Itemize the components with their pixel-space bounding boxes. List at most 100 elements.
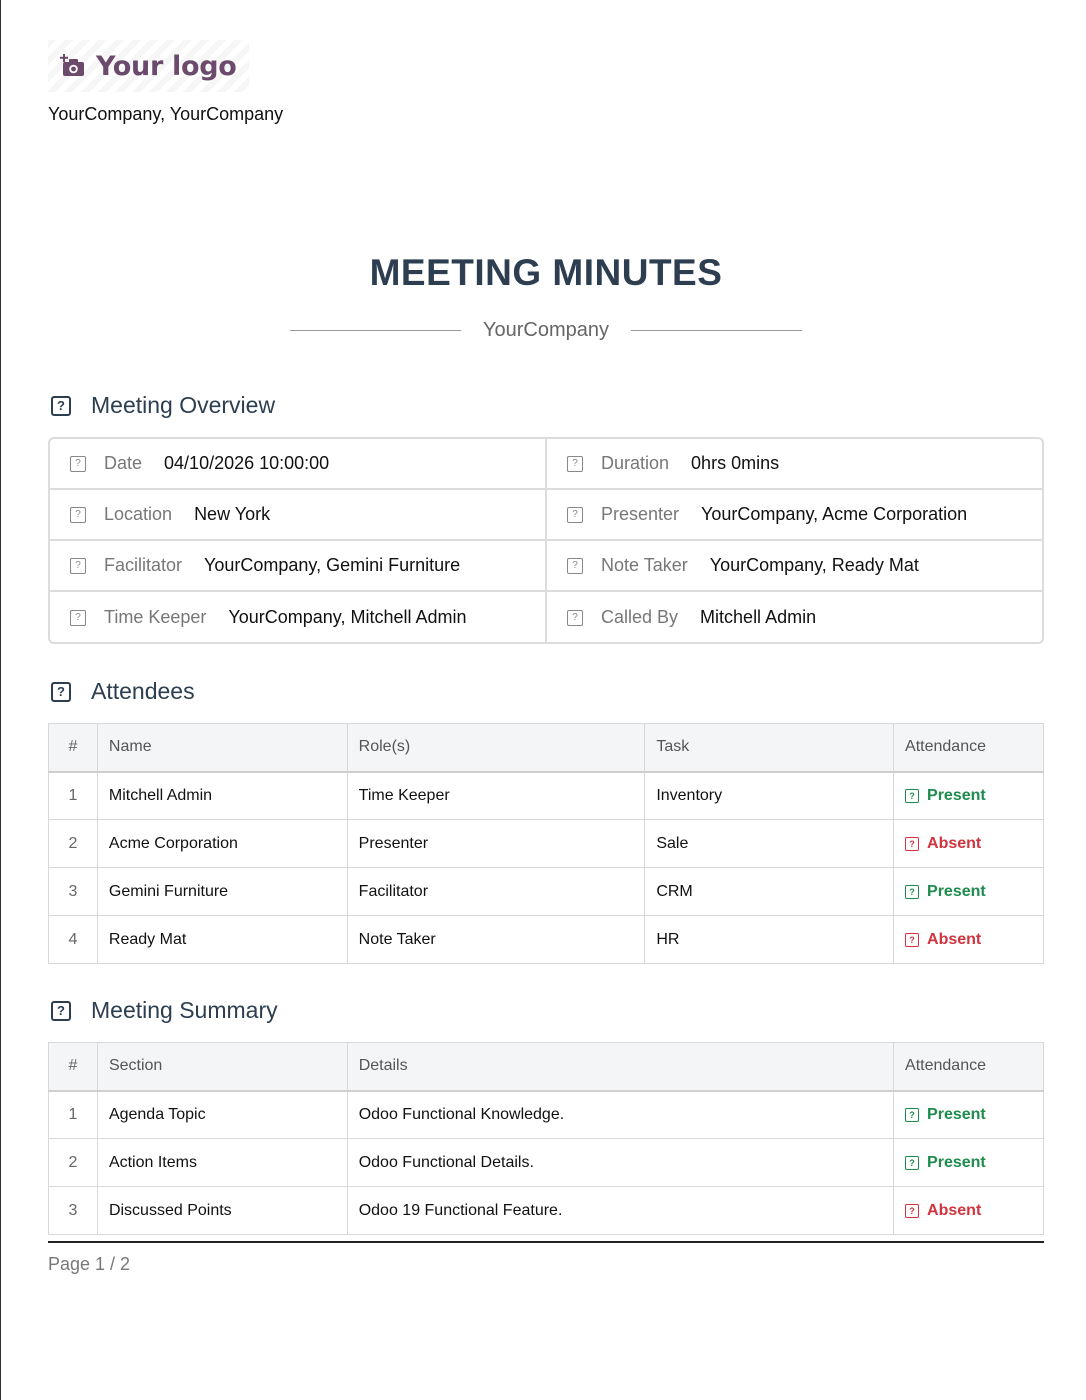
attendance-cell: ? Present (893, 1138, 1044, 1187)
attendance-cell: ? Present (893, 1090, 1044, 1139)
column-header: Details (346, 1042, 895, 1092)
company-address: YourCompany, YourCompany (48, 104, 284, 124)
table-header-row: # Name Role(s) Task Attendance (48, 723, 1044, 773)
document-subtitle: YourCompany (482, 318, 609, 341)
question-box-icon: ? (70, 557, 86, 574)
table-row: 1 Mitchell Admin Time Keeper Inventory? Pres… (48, 771, 1044, 820)
row-number: 2 (48, 1138, 98, 1187)
table-row: 2 Acme Corporation Presenter Sale? Absent (48, 819, 1044, 868)
status-text: Present (927, 883, 986, 900)
attendees-heading: ? Attendees (51, 678, 195, 705)
overview-field: ? Note Taker YourCompany, Ready Mat (547, 541, 1044, 592)
table-row: 1 Agenda Topic Odoo Functional Knowledge.?… (48, 1090, 1044, 1139)
row-number: 1 (48, 1090, 98, 1139)
section-title: Meeting Summary (91, 997, 278, 1023)
status-badge: ? Absent (905, 931, 981, 949)
table-row: 3 Discussed Points Odoo 19 Functional Feat… (48, 1186, 1044, 1235)
summary-table: # Section Details Attendance 1 Agenda Top… (48, 1042, 1044, 1235)
summary-section: Discussed Points (96, 1186, 348, 1235)
question-box-icon: ? (905, 1156, 920, 1170)
attendee-task: Sale (644, 819, 895, 868)
row-number: 3 (48, 867, 98, 916)
overview-heading: ? Meeting Overview (51, 392, 275, 419)
field-value: Mitchell Admin (700, 607, 817, 627)
status-badge: ? Present (905, 1154, 986, 1172)
attendee-role: Time Keeper (346, 771, 646, 820)
column-header: Section (96, 1042, 348, 1092)
question-box-icon: ? (70, 506, 86, 523)
question-box-icon: ? (905, 789, 920, 804)
status-text: Present (927, 787, 986, 805)
status-badge: ? Present (905, 883, 986, 901)
question-box-icon: ? (905, 933, 920, 947)
attendees-table: # Name Role(s) Task Attendance 1 Mitchell… (48, 723, 1044, 964)
table-row: 3 Gemini Furniture Facilitator CRM? Present (48, 867, 1044, 916)
summary-section: Agenda Topic (96, 1090, 348, 1139)
overview-field: ? Time Keeper YourCompany, Mitchell Admin (50, 592, 547, 643)
question-box-icon: ? (905, 1108, 920, 1123)
attendance-cell: ? Present (893, 771, 1044, 820)
question-box-icon: ? (51, 395, 71, 416)
field-label: Facilitator (104, 555, 183, 575)
question-box-icon: ? (567, 506, 583, 523)
question-box-icon: ? (567, 455, 583, 472)
column-header: Attendance (893, 723, 1044, 773)
question-box-icon: ? (905, 837, 920, 851)
overview-field: ? Duration 0hrs 0mins (547, 439, 1044, 490)
document-title: MEETING MINUTES (369, 252, 723, 293)
field-label: Duration (601, 453, 670, 473)
overview-field: ? Date 04/10/2026 10:00:00 (50, 439, 547, 490)
field-value: YourCompany, Gemini Furniture (204, 555, 461, 575)
footer-divider (48, 1241, 1044, 1243)
field-label: Called By (601, 607, 679, 627)
section-title: Attendees (91, 678, 195, 704)
question-box-icon: ? (567, 557, 583, 574)
overview-field: ? Location New York (50, 490, 547, 541)
attendance-cell: ? Present (893, 867, 1044, 916)
status-text: Absent (927, 931, 982, 948)
status-text: Absent (927, 1202, 982, 1219)
attendee-role: Presenter (346, 819, 646, 868)
question-box-icon: ? (70, 609, 86, 626)
summary-section: Action Items (96, 1138, 348, 1187)
question-box-icon: ? (905, 1204, 920, 1218)
field-value: 0hrs 0mins (691, 453, 780, 473)
divider (631, 329, 802, 331)
column-header: Task (644, 723, 895, 773)
section-title: Meeting Overview (91, 392, 276, 418)
attendee-task: CRM (644, 867, 895, 916)
row-number: 2 (48, 819, 98, 868)
status-badge: ? Absent (905, 835, 981, 853)
field-value: 04/10/2026 10:00:00 (164, 453, 330, 473)
field-label: Time Keeper (104, 607, 207, 627)
page-number: Page 1 / 2 (48, 1254, 131, 1274)
table-row: 4 Ready Mat Note Taker HR? Absent (48, 915, 1044, 964)
field-value: YourCompany, Acme Corporation (701, 504, 968, 524)
overview-field: ? Called By Mitchell Admin (547, 592, 1044, 643)
column-header: Role(s) (346, 723, 646, 773)
attendance-cell: ? Absent (893, 915, 1044, 964)
field-value: New York (194, 504, 271, 524)
status-text: Present (927, 1106, 986, 1124)
field-value: YourCompany, Mitchell Admin (228, 607, 467, 627)
overview-grid: ? Date 04/10/2026 10:00:00? Duration 0hrs 0m… (48, 437, 1044, 644)
attendee-task: Inventory (644, 771, 895, 820)
company-logo: Your logo (48, 40, 249, 92)
column-header: Name (96, 723, 348, 773)
attendee-task: HR (644, 915, 895, 964)
summary-details: Odoo Functional Knowledge. (346, 1090, 895, 1139)
subtitle-row: YourCompany (48, 316, 1044, 344)
attendee-name: Mitchell Admin (96, 771, 348, 820)
status-text: Present (927, 1154, 986, 1171)
column-header: # (48, 723, 98, 773)
column-header: # (48, 1042, 98, 1092)
question-box-icon: ? (51, 1000, 71, 1021)
field-label: Location (104, 504, 173, 524)
summary-heading: ? Meeting Summary (51, 997, 278, 1024)
overview-field: ? Facilitator YourCompany, Gemini Furnitur… (50, 541, 547, 592)
attendance-cell: ? Absent (893, 1186, 1044, 1235)
table-header-row: # Section Details Attendance (48, 1042, 1044, 1092)
attendee-role: Note Taker (346, 915, 646, 964)
overview-field: ? Presenter YourCompany, Acme Corporation (547, 490, 1044, 541)
attendee-name: Ready Mat (96, 915, 348, 964)
